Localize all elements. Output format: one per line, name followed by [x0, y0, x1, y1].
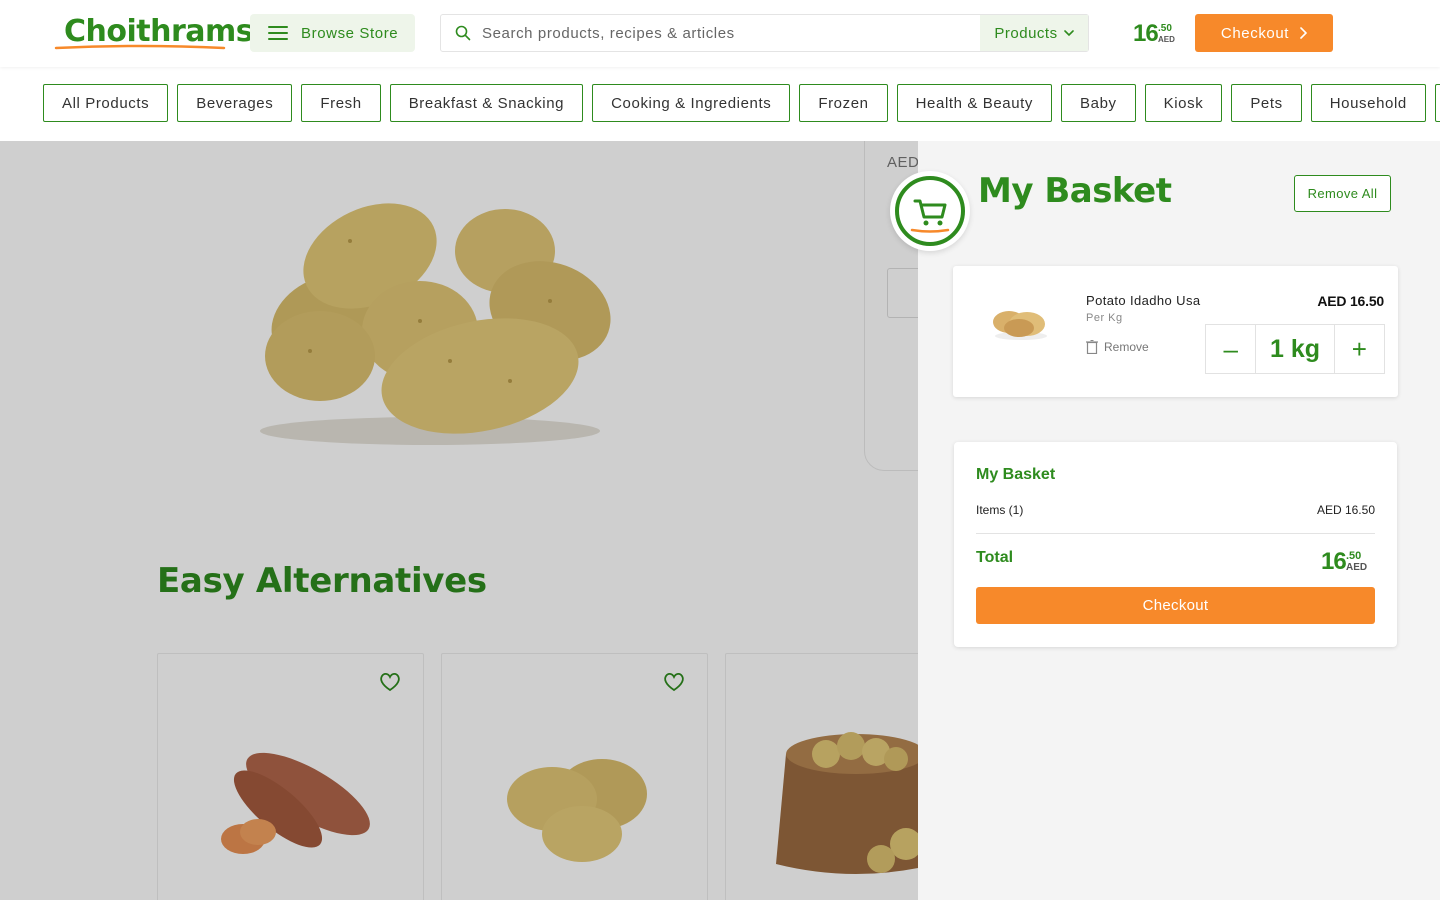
modal-backdrop[interactable] [0, 141, 918, 900]
search-icon [455, 25, 471, 41]
summary-items-label: Items (1) [976, 503, 1024, 517]
header-checkout-button[interactable]: Checkout [1195, 14, 1333, 52]
summary-title: My Basket [976, 466, 1056, 483]
search-bar: Products [440, 14, 1089, 52]
basket-item-name[interactable]: Potato Idadho Usa [1086, 293, 1201, 308]
logo-swoosh [54, 44, 226, 50]
checkout-label: Checkout [1220, 24, 1290, 42]
summary-checkout-button[interactable]: Checkout [976, 587, 1375, 624]
quantity-stepper: – 1 kg + [1205, 324, 1385, 374]
search-scope-select[interactable]: Products [980, 15, 1088, 51]
category-breakfast-snacking[interactable]: Breakfast & Snacking [389, 84, 584, 122]
header-basket-total[interactable]: 16 .50 AED [1133, 20, 1183, 48]
basket-item-unit: Per Kg [1086, 312, 1123, 324]
increase-quantity-button[interactable]: + [1335, 325, 1384, 373]
chevron-down-icon [1063, 30, 1074, 37]
summary-total-value: 16 .50 AED [1321, 548, 1371, 576]
category-baby[interactable]: Baby [1061, 84, 1136, 122]
basket-title: My Basket [978, 171, 1172, 211]
category-list: All Products Beverages Fresh Breakfast &… [43, 84, 1440, 122]
basket-total-decimal: .50 [1158, 23, 1172, 34]
category-pets[interactable]: Pets [1231, 84, 1302, 122]
trash-icon [1086, 340, 1098, 354]
site-header: Choithrams Browse Store Products 16 .50 … [0, 0, 1440, 67]
category-more[interactable] [1434, 84, 1440, 122]
basket-item: Potato Idadho Usa Per Kg Remove AED 16.5… [953, 266, 1398, 397]
category-frozen[interactable]: Frozen [799, 84, 888, 122]
search-input[interactable] [482, 24, 962, 42]
category-all-products[interactable]: All Products [43, 84, 169, 122]
total-decimal: .50 [1346, 550, 1362, 562]
browse-store-button[interactable]: Browse Store [250, 14, 415, 52]
menu-icon [268, 26, 288, 40]
basket-panel: My Basket Remove All Potato Idadho Usa P… [890, 141, 1440, 900]
basket-item-image [993, 311, 1047, 340]
basket-summary: My Basket Items (1) AED 16.50 Total 16 .… [954, 442, 1397, 647]
basket-total-integer: 16 [1133, 20, 1159, 47]
remove-all-button[interactable]: Remove All [1294, 175, 1391, 212]
category-beverages[interactable]: Beverages [177, 84, 293, 122]
quantity-value: 1 kg [1255, 325, 1335, 373]
category-household[interactable]: Household [1310, 84, 1426, 122]
basket-item-remove-button[interactable]: Remove [1086, 340, 1149, 354]
summary-total-label: Total [976, 549, 1014, 566]
summary-items-value: AED 16.50 [1316, 503, 1375, 517]
summary-divider [976, 533, 1375, 534]
category-health-beauty[interactable]: Health & Beauty [896, 84, 1053, 122]
basket-icon [895, 176, 965, 246]
category-bar: All Products Beverages Fresh Breakfast &… [0, 67, 1440, 141]
decrease-quantity-button[interactable]: – [1206, 325, 1255, 373]
category-kiosk[interactable]: Kiosk [1144, 84, 1223, 122]
total-integer: 16 [1321, 548, 1347, 575]
total-currency: AED [1346, 562, 1368, 573]
remove-label: Remove [1104, 340, 1149, 354]
basket-item-price: AED 16.50 [1317, 293, 1384, 309]
choithrams-logo[interactable]: Choithrams [54, 12, 254, 52]
search-scope-label: Products [994, 24, 1058, 42]
category-cooking-ingredients[interactable]: Cooking & Ingredients [592, 84, 791, 122]
category-fresh[interactable]: Fresh [301, 84, 381, 122]
product-page: AED Easy Alternatives [0, 141, 918, 900]
chevron-right-icon [1300, 27, 1308, 39]
basket-total-currency: AED [1158, 35, 1175, 44]
browse-store-label: Browse Store [301, 24, 399, 42]
basket-badge [890, 171, 970, 251]
